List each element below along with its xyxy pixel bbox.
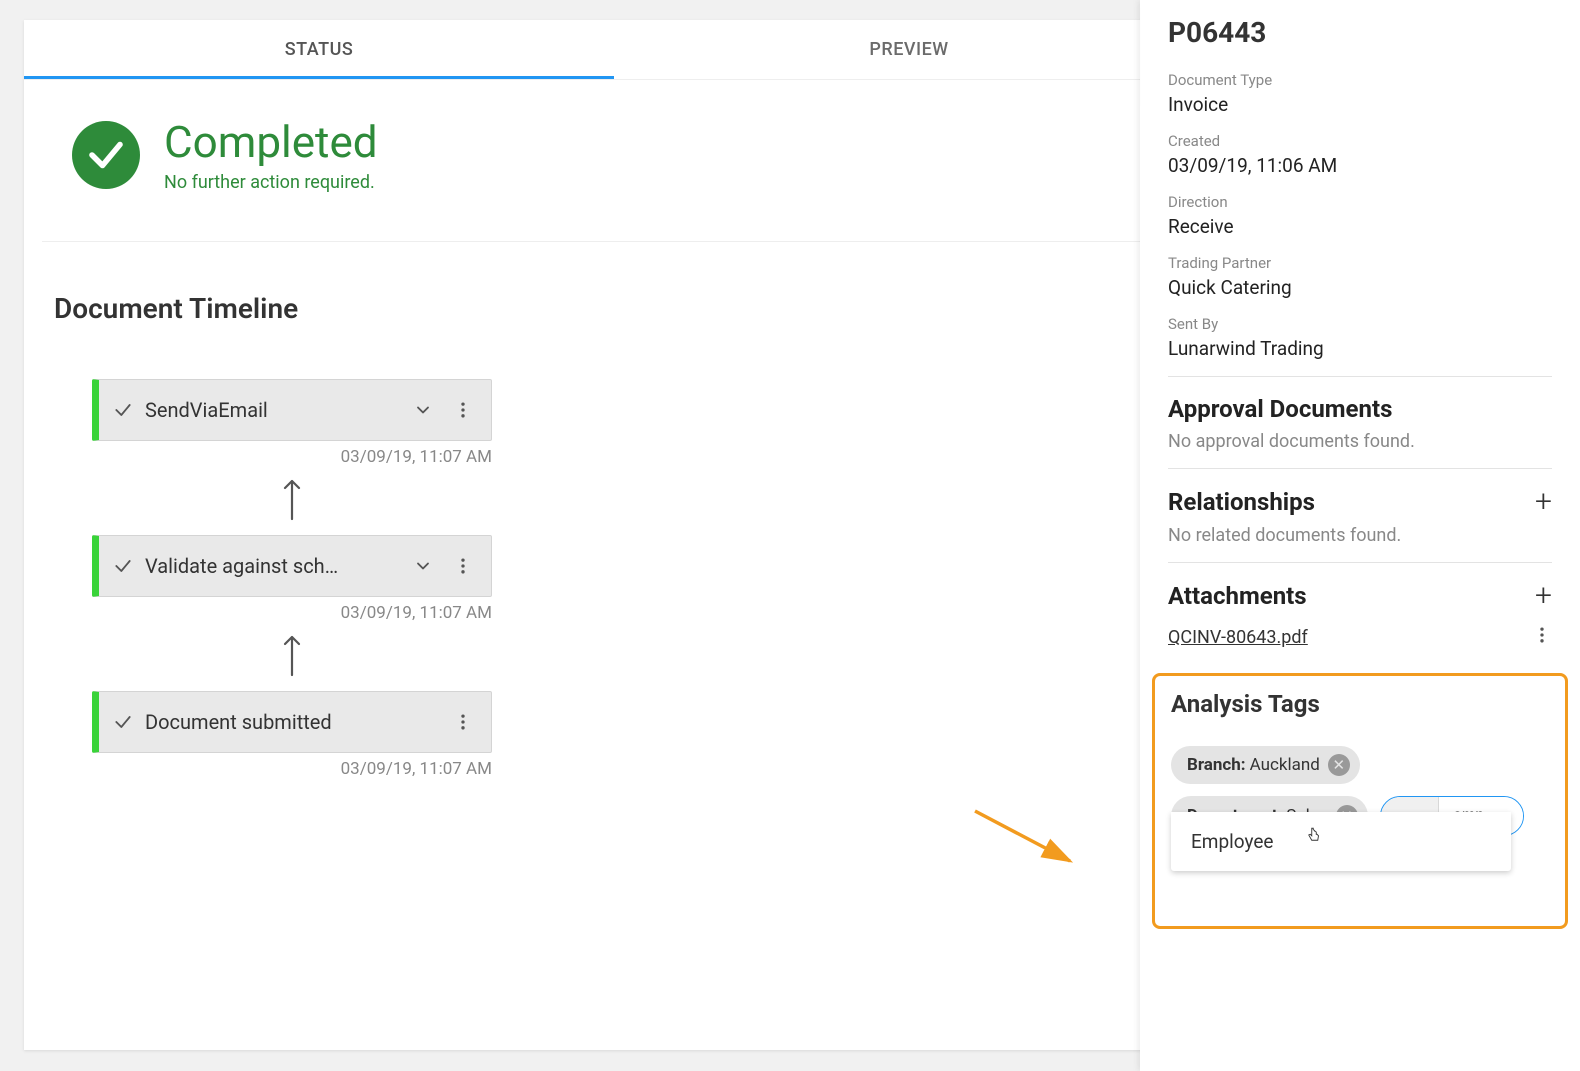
field-value: 03/09/19, 11:06 AM [1168, 154, 1552, 177]
timeline-timestamp: 03/09/19, 11:07 AM [92, 447, 492, 467]
comments-tab[interactable] [1140, 55, 1141, 103]
attachments-section: Attachments + QCINV-80643.pdf [1168, 562, 1552, 665]
timeline-heading: Document Timeline [54, 292, 1174, 325]
field-label: Direction [1168, 193, 1552, 211]
kebab-menu[interactable] [449, 556, 477, 576]
section-heading: Approval Documents [1168, 395, 1392, 423]
status-subtitle: No further action required. [164, 172, 378, 193]
up-arrow-icon [92, 631, 492, 683]
timeline-item-wrap: Validate against sch… 03/09/19, 11:07 AM [92, 535, 492, 623]
section-heading: Analysis Tags [1171, 690, 1549, 718]
attachment-menu[interactable] [1532, 625, 1552, 649]
field-label: Sent By [1168, 315, 1552, 333]
tab-status[interactable]: STATUS [24, 20, 614, 79]
tag-key: Branch: [1187, 755, 1246, 775]
field-value: Invoice [1168, 93, 1552, 116]
add-attachment-button[interactable]: + [1535, 581, 1552, 611]
approval-section: Approval Documents No approval documents… [1168, 376, 1552, 468]
timeline-item[interactable]: SendViaEmail [92, 379, 492, 441]
timeline-item-wrap: Document submitted 03/09/19, 11:07 AM [92, 691, 492, 779]
field-document-type: Document Type Invoice [1168, 71, 1552, 116]
add-relationship-button[interactable]: + [1535, 487, 1552, 517]
remove-tag-icon[interactable]: ✕ [1328, 754, 1350, 776]
field-value: Receive [1168, 215, 1552, 238]
section-empty-text: No related documents found. [1168, 525, 1552, 546]
timeline-item-label: Validate against sch… [145, 554, 397, 578]
status-block: Completed No further action required. [42, 80, 1186, 242]
chevron-down-icon[interactable] [409, 400, 437, 420]
timeline-item-wrap: SendViaEmail 03/09/19, 11:07 AM [92, 379, 492, 467]
document-id: P06443 [1168, 16, 1552, 49]
timeline-item[interactable]: Document submitted [92, 691, 492, 753]
tag-suggestion-item[interactable]: Employee [1171, 812, 1511, 871]
check-icon [113, 556, 133, 576]
section-heading: Attachments [1168, 582, 1307, 610]
timeline-item-label: Document submitted [145, 710, 437, 734]
kebab-menu[interactable] [449, 400, 477, 420]
field-label: Trading Partner [1168, 254, 1552, 272]
timeline-item[interactable]: Validate against sch… [92, 535, 492, 597]
tag-value: Auckland [1250, 755, 1320, 775]
relationships-section: Relationships + No related documents fou… [1168, 468, 1552, 562]
status-title: Completed [164, 116, 378, 168]
chevron-down-icon[interactable] [409, 556, 437, 576]
field-label: Created [1168, 132, 1552, 150]
timeline-timestamp: 03/09/19, 11:07 AM [92, 759, 492, 779]
timeline-section: Document Timeline SendViaEmail 03/09/19,… [24, 242, 1204, 829]
kebab-menu[interactable] [449, 712, 477, 732]
tag-chip: Branch: Auckland ✕ [1171, 746, 1360, 784]
field-sent-by: Sent By Lunarwind Trading [1168, 315, 1552, 360]
timeline-timestamp: 03/09/19, 11:07 AM [92, 603, 492, 623]
field-direction: Direction Receive [1168, 193, 1552, 238]
info-tab[interactable]: i [1140, 7, 1141, 55]
field-label: Document Type [1168, 71, 1552, 89]
main-status-card: STATUS PREVIEW Completed No further acti… [24, 20, 1204, 1050]
section-heading: Relationships [1168, 488, 1315, 516]
tab-preview[interactable]: PREVIEW [614, 20, 1204, 79]
timeline-item-label: SendViaEmail [145, 398, 397, 422]
section-empty-text: No approval documents found. [1168, 431, 1552, 452]
check-icon [113, 712, 133, 732]
tabs: STATUS PREVIEW [24, 20, 1204, 80]
field-created: Created 03/09/19, 11:06 AM [1168, 132, 1552, 177]
up-arrow-icon [92, 475, 492, 527]
status-success-icon [72, 121, 140, 189]
field-trading-partner: Trading Partner Quick Catering [1168, 254, 1552, 299]
details-sidebar: i P06443 Document Type Invoice Created 0… [1140, 0, 1580, 1071]
attachment-link[interactable]: QCINV-80643.pdf [1168, 627, 1308, 648]
check-icon [113, 400, 133, 420]
field-value: Lunarwind Trading [1168, 337, 1552, 360]
field-value: Quick Catering [1168, 276, 1552, 299]
analysis-tags-section: Analysis Tags Branch: Auckland ✕ Departm… [1152, 673, 1568, 929]
tag-suggestion-dropdown: Employee [1171, 812, 1511, 871]
